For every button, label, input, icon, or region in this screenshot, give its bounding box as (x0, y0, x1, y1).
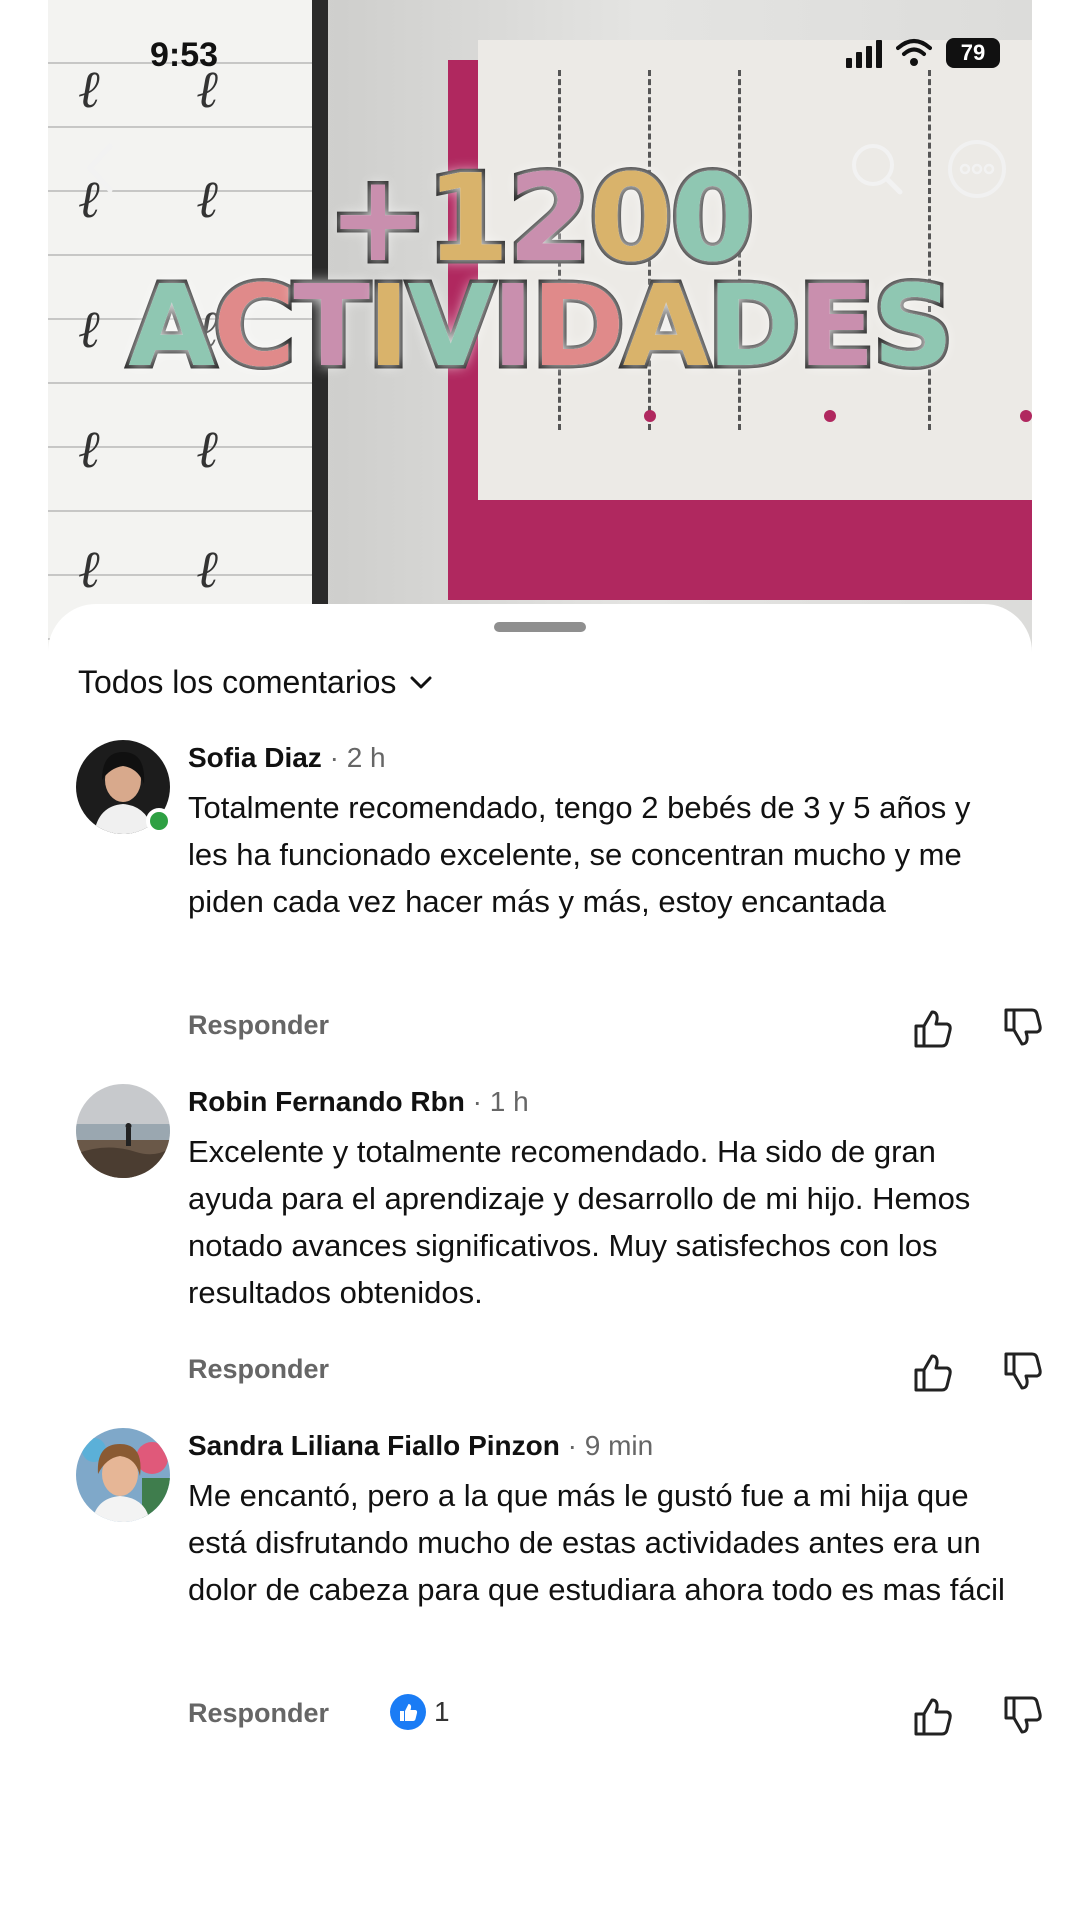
comment-author[interactable]: Sandra Liliana Fiallo Pinzon (188, 1430, 560, 1461)
title-letter: D (528, 259, 628, 396)
chevron-down-icon (410, 676, 432, 688)
title-line2-text: ACTIVIDADES (125, 259, 957, 396)
comment-author[interactable]: Sofia Diaz (188, 742, 322, 773)
video-title-line2: ACTIVIDADES (0, 259, 1080, 396)
online-status-indicator (146, 808, 172, 834)
like-badge-icon (390, 1694, 426, 1730)
title-letter: A (125, 259, 219, 396)
reply-button[interactable]: Responder (188, 1698, 329, 1729)
comment-actions: Responder (188, 1006, 1042, 1050)
reply-button[interactable]: Responder (188, 1010, 329, 1041)
comments-sheet: Todos los comentarios Sofia Diaz · 2 h T… (48, 604, 1042, 1920)
title-letter: E (795, 259, 878, 396)
comment-actions: Responder (188, 1350, 1042, 1394)
title-letter: C (210, 259, 299, 396)
comments-header-label: Todos los comentarios (78, 664, 397, 700)
title-letter: T (290, 259, 373, 396)
thumbs-down-icon[interactable] (1000, 1694, 1044, 1738)
comment-text: Totalmente recomendado, tengo 2 bebés de… (188, 790, 971, 919)
pin (644, 410, 656, 422)
avatar[interactable] (76, 1428, 170, 1522)
comment-time: · 1 h (472, 1086, 529, 1117)
comment-header: Sofia Diaz · 2 h (188, 740, 1008, 776)
cursive-row: ℓ ℓ (78, 540, 258, 600)
comment-header: Sandra Liliana Fiallo Pinzon · 9 min (188, 1428, 1008, 1464)
thumbs-down-icon[interactable] (1000, 1350, 1044, 1394)
comment-actions: Responder 1 (188, 1694, 1042, 1738)
title-letter: V (404, 259, 498, 396)
thumbs-down-icon[interactable] (1000, 1006, 1044, 1050)
comment-text: Me encantó, pero a la que más le gustó f… (188, 1478, 1005, 1607)
title-letter: I (364, 259, 413, 396)
sheet-grabber[interactable] (494, 622, 586, 632)
reaction-count-value: 1 (434, 1696, 450, 1727)
title-letter: I (489, 259, 538, 396)
reply-button[interactable]: Responder (188, 1354, 329, 1385)
thumbs-up-icon[interactable] (910, 1006, 954, 1050)
comment-time: · 2 h (329, 742, 386, 773)
thumbs-up-icon[interactable] (910, 1694, 954, 1738)
signal-icon (846, 38, 882, 68)
comment-body: Sofia Diaz · 2 h Totalmente recomendado,… (188, 740, 1008, 925)
comments-filter-dropdown[interactable]: Todos los comentarios (78, 664, 432, 701)
title-letter: A (619, 259, 713, 396)
comment-body: Robin Fernando Rbn · 1 h Excelente y tot… (188, 1084, 1008, 1316)
wifi-icon (896, 39, 932, 66)
pin (824, 410, 836, 422)
comment-text: Excelente y totalmente recomendado. Ha s… (188, 1134, 971, 1310)
comment-author[interactable]: Robin Fernando Rbn (188, 1086, 465, 1117)
cursive-row: ℓ ℓ (78, 420, 258, 480)
thumbs-up-icon[interactable] (910, 1350, 954, 1394)
status-icons: 79 (846, 38, 1000, 68)
comment-header: Robin Fernando Rbn · 1 h (188, 1084, 1008, 1120)
pin (1020, 410, 1032, 422)
battery-indicator: 79 (946, 38, 1000, 68)
comment-time: · 9 min (567, 1430, 654, 1461)
title-letter: S (869, 259, 957, 396)
comment-body: Sandra Liliana Fiallo Pinzon · 9 min Me … (188, 1428, 1008, 1613)
status-time: 9:53 (150, 36, 219, 74)
avatar[interactable] (76, 1084, 170, 1178)
title-letter: D (704, 259, 804, 396)
reaction-count[interactable]: 1 (390, 1694, 450, 1730)
